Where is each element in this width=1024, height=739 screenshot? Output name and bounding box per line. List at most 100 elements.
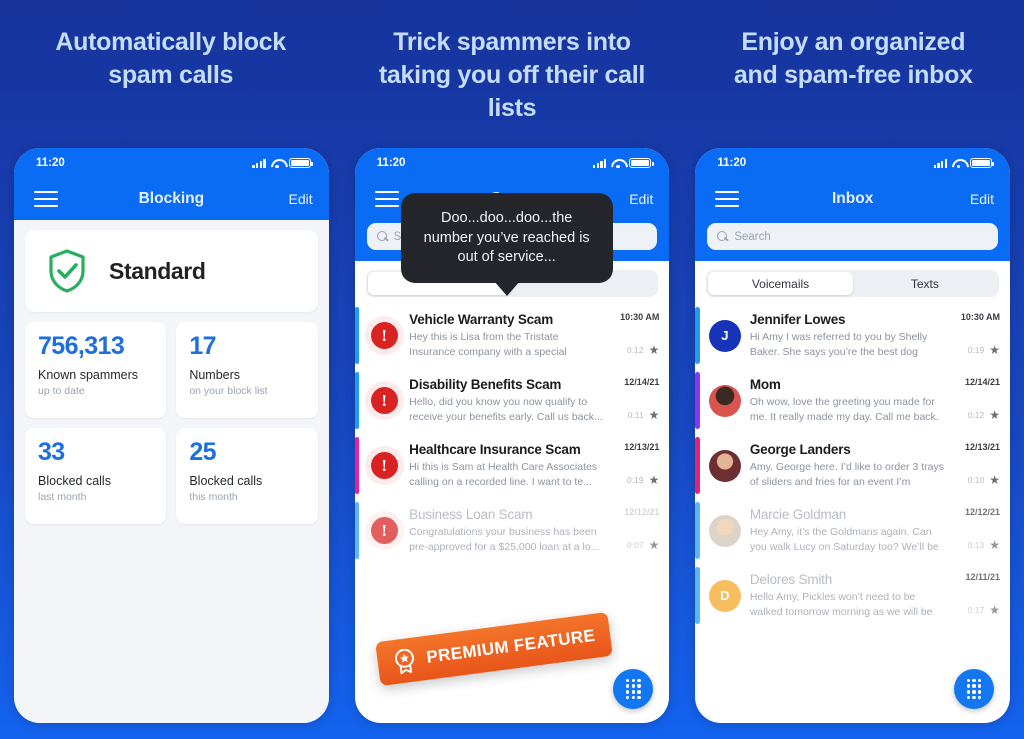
stat-card[interactable]: 25 Blocked calls this month xyxy=(176,428,318,524)
row-duration: 0:12 xyxy=(967,410,985,420)
search-icon xyxy=(717,231,728,242)
star-icon[interactable]: ★ xyxy=(649,409,660,421)
heading-column-3: Enjoy an organized and spam-free inbox xyxy=(683,0,1024,148)
stat-card[interactable]: 17 Numbers on your block list xyxy=(176,322,318,418)
segmented-control[interactable]: Voicemails Texts xyxy=(706,270,1000,297)
row-title: Healthcare Insurance Scam xyxy=(409,442,581,457)
premium-feature-badge: PREMIUM FEATURE xyxy=(374,611,613,687)
segmented-control-container: Voicemails Texts xyxy=(695,261,1011,303)
stat-label: Numbers xyxy=(189,367,241,382)
list-item[interactable]: George Landers Amy, George here. I’d lik… xyxy=(695,433,1010,498)
row-meta-column: 12/14/21 0:11 ★ xyxy=(603,368,659,433)
row-duration: 0:19 xyxy=(627,475,644,485)
row-meta-column: 12/11/21 0:17 ★ xyxy=(944,563,1000,628)
stat-label: Blocked calls xyxy=(38,473,111,488)
inbox-list: J Jennifer Lowes Hi Amy I was referred t… xyxy=(695,303,1011,628)
phone-spam: 11:20 Spam Edit Search xyxy=(354,148,670,723)
row-meta-column: 12/14/21 0:12 ★ xyxy=(944,368,1000,433)
table-row[interactable]: ! Vehicle Warranty Scam Hey this is Lisa… xyxy=(354,303,670,368)
row-content: Mom Oh wow, love the greeting you made f… xyxy=(750,368,944,433)
avatar-cell xyxy=(700,368,750,433)
star-icon[interactable]: ★ xyxy=(989,474,1000,486)
status-bar: 11:20 xyxy=(354,148,670,178)
row-meta-column: 12/12/21 0:13 ★ xyxy=(944,498,1000,563)
row-title: Mom xyxy=(749,377,781,392)
search-container: Search xyxy=(695,220,1011,261)
star-icon[interactable]: ★ xyxy=(989,539,1000,551)
stat-sublabel: on your block list xyxy=(189,384,268,397)
row-timestamp: 12/13/21 xyxy=(964,442,1001,452)
row-timestamp: 12/12/21 xyxy=(964,507,1001,517)
voicemail-greeting-tooltip: Doo...doo...doo...the number you’ve reac… xyxy=(400,193,613,283)
wifi-icon xyxy=(952,158,965,169)
avatar-cell xyxy=(700,433,750,498)
stat-number: 17 xyxy=(189,332,216,360)
avatar-cell: ! xyxy=(359,303,409,368)
table-row[interactable]: ! Business Loan Scam Congratulations you… xyxy=(354,498,670,563)
star-icon[interactable]: ★ xyxy=(649,539,660,551)
stat-sublabel: up to date xyxy=(38,384,85,397)
hamburger-menu-icon[interactable] xyxy=(715,190,740,208)
wifi-icon xyxy=(611,158,624,169)
tab-texts[interactable]: Texts xyxy=(853,272,997,295)
list-item[interactable]: Mom Oh wow, love the greeting you made f… xyxy=(695,368,1010,433)
dialpad-fab-button[interactable] xyxy=(613,669,654,709)
phone-inbox: 11:20 Inbox Edit Search Voicemails Texts xyxy=(695,148,1011,723)
row-duration: 0:19 xyxy=(967,345,985,355)
edit-button[interactable]: Edit xyxy=(970,191,994,207)
row-title: Marcie Goldman xyxy=(749,507,847,522)
avatar-cell: ! xyxy=(359,368,409,433)
dialpad-fab-button[interactable] xyxy=(954,669,995,709)
heading-column-2: Trick spammers into taking you off their… xyxy=(341,0,682,148)
alert-exclamation-icon: ! xyxy=(370,322,398,349)
row-snippet: Hey Amy, it’s the Goldmans again. Can yo… xyxy=(749,526,939,554)
row-timestamp: 10:30 AM xyxy=(960,312,1001,322)
blocking-level-card[interactable]: Standard xyxy=(25,230,318,312)
row-timestamp: 12/13/21 xyxy=(624,442,660,452)
star-icon[interactable]: ★ xyxy=(649,474,660,486)
hamburger-menu-icon[interactable] xyxy=(374,190,399,208)
row-meta-column: 10:30 AM 0:12 ★ xyxy=(603,303,659,368)
stat-card[interactable]: 756,313 Known spammers up to date xyxy=(25,322,167,418)
row-timestamp: 12/14/21 xyxy=(624,377,660,387)
row-meta-column: 12/13/21 0:19 ★ xyxy=(603,433,659,498)
edit-button[interactable]: Edit xyxy=(629,191,653,207)
row-duration: 0:17 xyxy=(967,605,985,615)
list-item[interactable]: J Jennifer Lowes Hi Amy I was referred t… xyxy=(695,303,1010,368)
tab-voicemails[interactable]: Voicemails xyxy=(708,272,853,295)
row-meta-column: 12/12/21 0:07 ★ xyxy=(603,498,659,563)
star-icon[interactable]: ★ xyxy=(989,344,1000,356)
star-icon[interactable]: ★ xyxy=(649,344,660,356)
table-row[interactable]: ! Healthcare Insurance Scam Hi this is S… xyxy=(354,433,670,498)
heading-2: Trick spammers into taking you off their… xyxy=(378,28,646,122)
row-content: Delores Smith Hello Amy, Pickles won’t n… xyxy=(750,563,944,628)
avatar: D xyxy=(708,579,741,612)
blocking-content: Standard 756,313 Known spammers up to da… xyxy=(14,220,329,723)
edit-button[interactable]: Edit xyxy=(289,191,313,207)
list-item[interactable]: D Delores Smith Hello Amy, Pickles won’t… xyxy=(695,563,1010,628)
page-title: Inbox xyxy=(832,190,874,207)
row-title: Disability Benefits Scam xyxy=(409,377,562,392)
list-item[interactable]: Marcie Goldman Hey Amy, it’s the Goldman… xyxy=(695,498,1010,563)
row-timestamp: 10:30 AM xyxy=(620,312,660,322)
row-snippet: Hi this is Sam at Health Care Associates… xyxy=(409,461,598,489)
row-snippet: Oh wow, love the greeting you made for m… xyxy=(749,396,939,424)
heading-3: Enjoy an organized and spam-free inbox xyxy=(733,28,973,89)
row-meta-column: 10:30 AM 0:19 ★ xyxy=(944,303,1000,368)
row-title: Jennifer Lowes xyxy=(749,312,846,327)
row-content: Vehicle Warranty Scam Hey this is Lisa f… xyxy=(409,303,603,368)
stat-card[interactable]: 33 Blocked calls last month xyxy=(25,428,167,524)
hamburger-menu-icon[interactable] xyxy=(34,190,58,208)
status-time: 11:20 xyxy=(376,157,406,169)
row-title: Delores Smith xyxy=(749,572,833,587)
cellular-signal-icon xyxy=(252,158,266,168)
row-content: George Landers Amy, George here. I’d lik… xyxy=(750,433,944,498)
heading-1: Automatically block spam calls xyxy=(55,28,286,89)
avatar xyxy=(708,384,741,417)
search-input[interactable]: Search xyxy=(707,223,999,250)
award-medal-icon xyxy=(394,648,414,675)
cellular-signal-icon xyxy=(933,158,948,168)
star-icon[interactable]: ★ xyxy=(989,409,1000,421)
star-icon[interactable]: ★ xyxy=(989,604,1000,616)
table-row[interactable]: ! Disability Benefits Scam Hello, did yo… xyxy=(354,368,670,433)
